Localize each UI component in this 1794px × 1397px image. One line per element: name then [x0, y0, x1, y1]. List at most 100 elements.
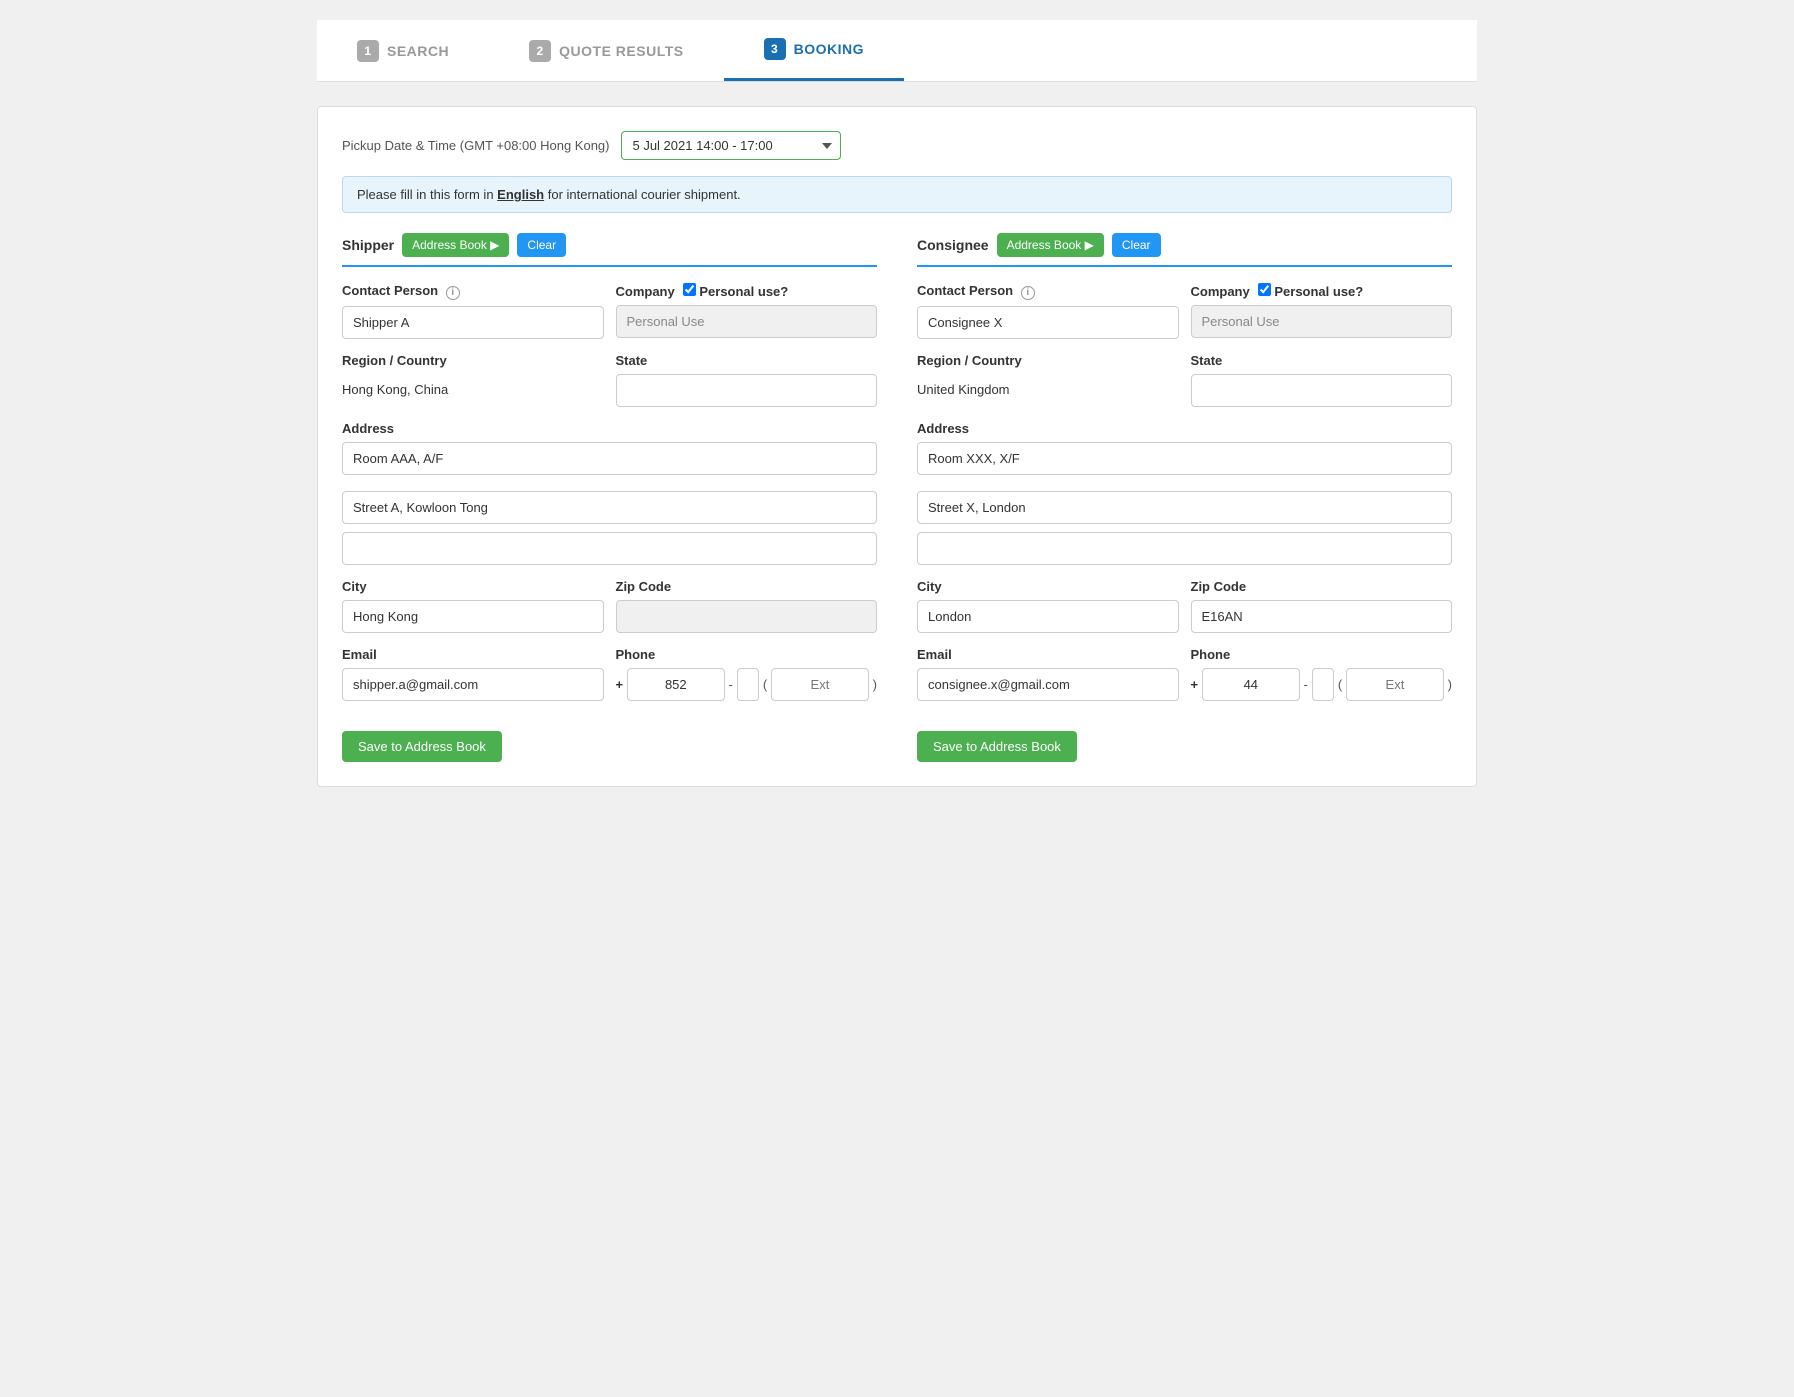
info-link[interactable]: English: [497, 187, 544, 202]
consignee-save-button[interactable]: Save to Address Book: [917, 731, 1077, 762]
step-search-label: SEARCH: [387, 43, 449, 59]
consignee-zip-label: Zip Code: [1191, 579, 1453, 594]
consignee-zip-input[interactable]: [1191, 600, 1453, 633]
consignee-header: Consignee Address Book ▶ Clear: [917, 233, 1452, 267]
shipper-phone-plus: +: [616, 677, 624, 692]
consignee-address-book-button[interactable]: Address Book ▶: [997, 233, 1104, 257]
consignee-phone-number[interactable]: [1312, 668, 1334, 701]
consignee-email-phone-row: Email Phone + - ( ): [917, 647, 1452, 701]
shipper-city-group: City: [342, 579, 604, 633]
contact-person-info-icon[interactable]: i: [446, 286, 460, 300]
shipper-title: Shipper: [342, 237, 394, 253]
shipper-region-label: Region / Country: [342, 353, 604, 368]
shipper-region-group: Region / Country Hong Kong, China: [342, 353, 604, 407]
consignee-zip-group: Zip Code: [1191, 579, 1453, 633]
consignee-phone-close-paren: ): [1448, 677, 1452, 692]
step-search[interactable]: 1 SEARCH: [317, 20, 489, 81]
consignee-contact-label: Contact Person i: [917, 283, 1179, 300]
consignee-state-group: State: [1191, 353, 1453, 407]
shipper-city-label: City: [342, 579, 604, 594]
shipper-contact-input[interactable]: [342, 306, 604, 339]
shipper-state-label: State: [616, 353, 878, 368]
shipper-address-line3[interactable]: [342, 532, 877, 565]
pickup-label: Pickup Date & Time (GMT +08:00 Hong Kong…: [342, 138, 609, 153]
step-booking[interactable]: 3 BOOKING: [724, 20, 904, 81]
consignee-email-input[interactable]: [917, 668, 1179, 701]
consignee-address-line2[interactable]: [917, 491, 1452, 524]
pickup-datetime-select[interactable]: 5 Jul 2021 14:00 - 17:00: [621, 131, 841, 160]
consignee-city-input[interactable]: [917, 600, 1179, 633]
shipper-consignee-layout: Shipper Address Book ▶ Clear Contact Per…: [342, 233, 1452, 762]
shipper-phone-group: Phone + - ( ): [616, 647, 878, 701]
consignee-company-group: Company Personal use?: [1191, 283, 1453, 339]
shipper-email-label: Email: [342, 647, 604, 662]
info-text-after: for international courier shipment.: [544, 187, 741, 202]
shipper-section: Shipper Address Book ▶ Clear Contact Per…: [342, 233, 877, 762]
main-card: Pickup Date & Time (GMT +08:00 Hong Kong…: [317, 106, 1477, 787]
consignee-address-line1[interactable]: [917, 442, 1452, 475]
consignee-phone-open-paren: (: [1338, 677, 1342, 692]
shipper-city-zip-row: City Zip Code: [342, 579, 877, 633]
consignee-contact-person-group: Contact Person i: [917, 283, 1179, 339]
consignee-title: Consignee: [917, 237, 989, 253]
steps-navigation: 1 SEARCH 2 QUOTE RESULTS 3 BOOKING: [317, 20, 1477, 82]
consignee-personal-use-label[interactable]: Personal use?: [1258, 283, 1364, 299]
consignee-address-line3[interactable]: [917, 532, 1452, 565]
shipper-address-block: Address: [342, 421, 877, 565]
consignee-phone-cc[interactable]: [1202, 668, 1299, 701]
consignee-email-group: Email: [917, 647, 1179, 701]
shipper-personal-use-label[interactable]: Personal use?: [683, 283, 789, 299]
step-quote-results[interactable]: 2 QUOTE RESULTS: [489, 20, 723, 81]
shipper-email-phone-row: Email Phone + - ( ): [342, 647, 877, 701]
shipper-address-line1[interactable]: [342, 442, 877, 475]
shipper-address-group: Address: [342, 421, 877, 483]
consignee-city-group: City: [917, 579, 1179, 633]
consignee-city-label: City: [917, 579, 1179, 594]
consignee-phone-plus: +: [1191, 677, 1199, 692]
consignee-region-value: United Kingdom: [917, 374, 1179, 405]
shipper-address-book-button[interactable]: Address Book ▶: [402, 233, 509, 257]
shipper-personal-use-checkbox[interactable]: [683, 283, 696, 296]
consignee-phone-ext[interactable]: [1346, 668, 1443, 701]
step-search-badge: 1: [357, 40, 379, 62]
shipper-clear-button[interactable]: Clear: [517, 233, 566, 257]
consignee-contact-input[interactable]: [917, 306, 1179, 339]
shipper-phone-open-paren: (: [763, 677, 767, 692]
shipper-state-group: State: [616, 353, 878, 407]
consignee-section: Consignee Address Book ▶ Clear Contact P…: [917, 233, 1452, 762]
consignee-email-label: Email: [917, 647, 1179, 662]
shipper-region-state-row: Region / Country Hong Kong, China State: [342, 353, 877, 407]
step-quote-badge: 2: [529, 40, 551, 62]
shipper-save-button[interactable]: Save to Address Book: [342, 731, 502, 762]
shipper-phone-close-paren: ): [873, 677, 877, 692]
shipper-phone-label: Phone: [616, 647, 878, 662]
shipper-zip-group: Zip Code: [616, 579, 878, 633]
shipper-address-line2[interactable]: [342, 491, 877, 524]
consignee-contact-company-row: Contact Person i Company Personal use?: [917, 283, 1452, 339]
step-quote-label: QUOTE RESULTS: [559, 43, 683, 59]
consignee-clear-button[interactable]: Clear: [1112, 233, 1161, 257]
consignee-personal-use-checkbox[interactable]: [1258, 283, 1271, 296]
shipper-city-input[interactable]: [342, 600, 604, 633]
consignee-region-group: Region / Country United Kingdom: [917, 353, 1179, 407]
shipper-phone-number[interactable]: [737, 668, 759, 701]
shipper-company-input[interactable]: [616, 305, 878, 338]
shipper-zip-input[interactable]: [616, 600, 878, 633]
shipper-contact-person-group: Contact Person i: [342, 283, 604, 339]
info-banner: Please fill in this form in English for …: [342, 176, 1452, 213]
consignee-contact-info-icon[interactable]: i: [1021, 286, 1035, 300]
shipper-region-value: Hong Kong, China: [342, 374, 604, 405]
consignee-company-input[interactable]: [1191, 305, 1453, 338]
shipper-zip-label: Zip Code: [616, 579, 878, 594]
shipper-contact-label: Contact Person i: [342, 283, 604, 300]
shipper-state-input[interactable]: [616, 374, 878, 407]
consignee-state-input[interactable]: [1191, 374, 1453, 407]
info-text-before: Please fill in this form in: [357, 187, 497, 202]
consignee-state-label: State: [1191, 353, 1453, 368]
shipper-company-group: Company Personal use?: [616, 283, 878, 339]
shipper-address-label: Address: [342, 421, 877, 436]
shipper-contact-company-row: Contact Person i Company Personal use?: [342, 283, 877, 339]
shipper-phone-cc[interactable]: [627, 668, 724, 701]
shipper-phone-ext[interactable]: [771, 668, 868, 701]
shipper-email-input[interactable]: [342, 668, 604, 701]
